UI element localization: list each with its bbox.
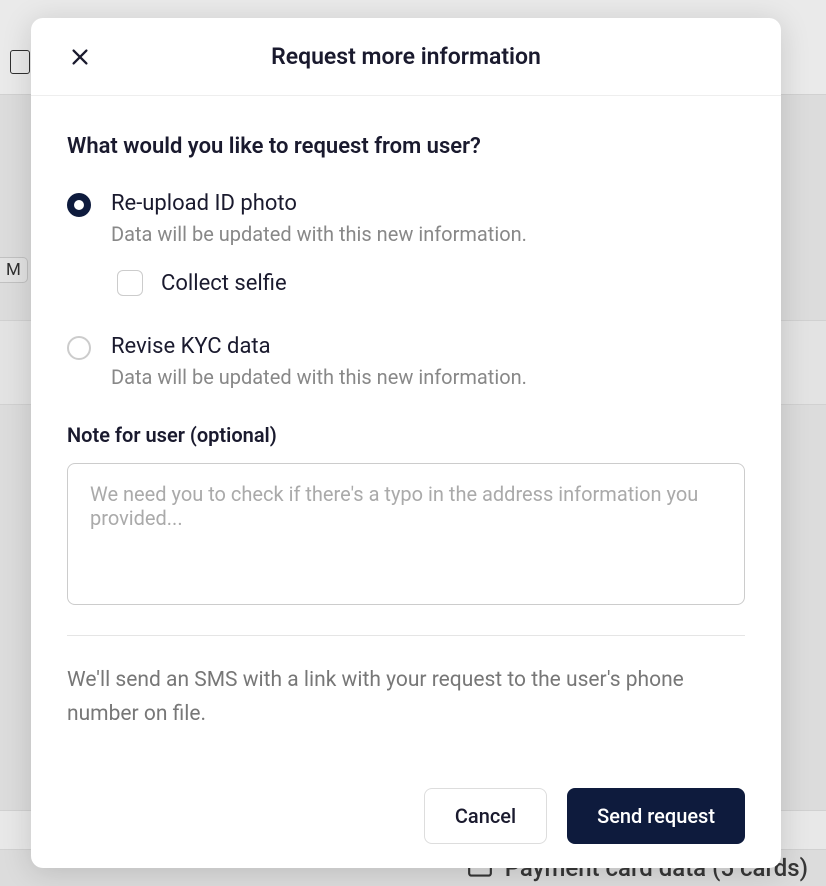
option-content: Revise KYC data Data will be updated wit… — [111, 334, 745, 389]
divider — [67, 635, 745, 636]
sub-option-label: Collect selfie — [161, 271, 287, 296]
close-icon — [69, 46, 91, 68]
modal-body: What would you like to request from user… — [31, 96, 781, 768]
option-label: Re-upload ID photo — [111, 191, 745, 216]
checkbox-collect-selfie[interactable] — [117, 270, 143, 296]
modal-header: Request more information — [31, 18, 781, 96]
note-label: Note for user (optional) — [67, 423, 745, 447]
close-button[interactable] — [65, 42, 95, 72]
option-reupload-id[interactable]: Re-upload ID photo Data will be updated … — [67, 191, 745, 296]
radio-revise-kyc[interactable] — [67, 336, 91, 360]
sms-info-text: We'll send an SMS with a link with your … — [67, 664, 745, 731]
cancel-button[interactable]: Cancel — [424, 788, 547, 844]
sub-option-collect-selfie[interactable]: Collect selfie — [117, 270, 745, 296]
option-description: Data will be updated with this new infor… — [111, 222, 745, 246]
request-question: What would you like to request from user… — [67, 134, 745, 159]
modal-footer: Cancel Send request — [31, 768, 781, 868]
request-info-modal: Request more information What would you … — [31, 18, 781, 868]
option-description: Data will be updated with this new infor… — [111, 365, 745, 389]
option-label: Revise KYC data — [111, 334, 745, 359]
modal-title: Request more information — [271, 43, 541, 70]
radio-reupload-id[interactable] — [67, 193, 91, 217]
send-request-button[interactable]: Send request — [567, 788, 745, 844]
note-textarea[interactable] — [67, 463, 745, 605]
option-content: Re-upload ID photo Data will be updated … — [111, 191, 745, 296]
option-revise-kyc[interactable]: Revise KYC data Data will be updated wit… — [67, 334, 745, 389]
